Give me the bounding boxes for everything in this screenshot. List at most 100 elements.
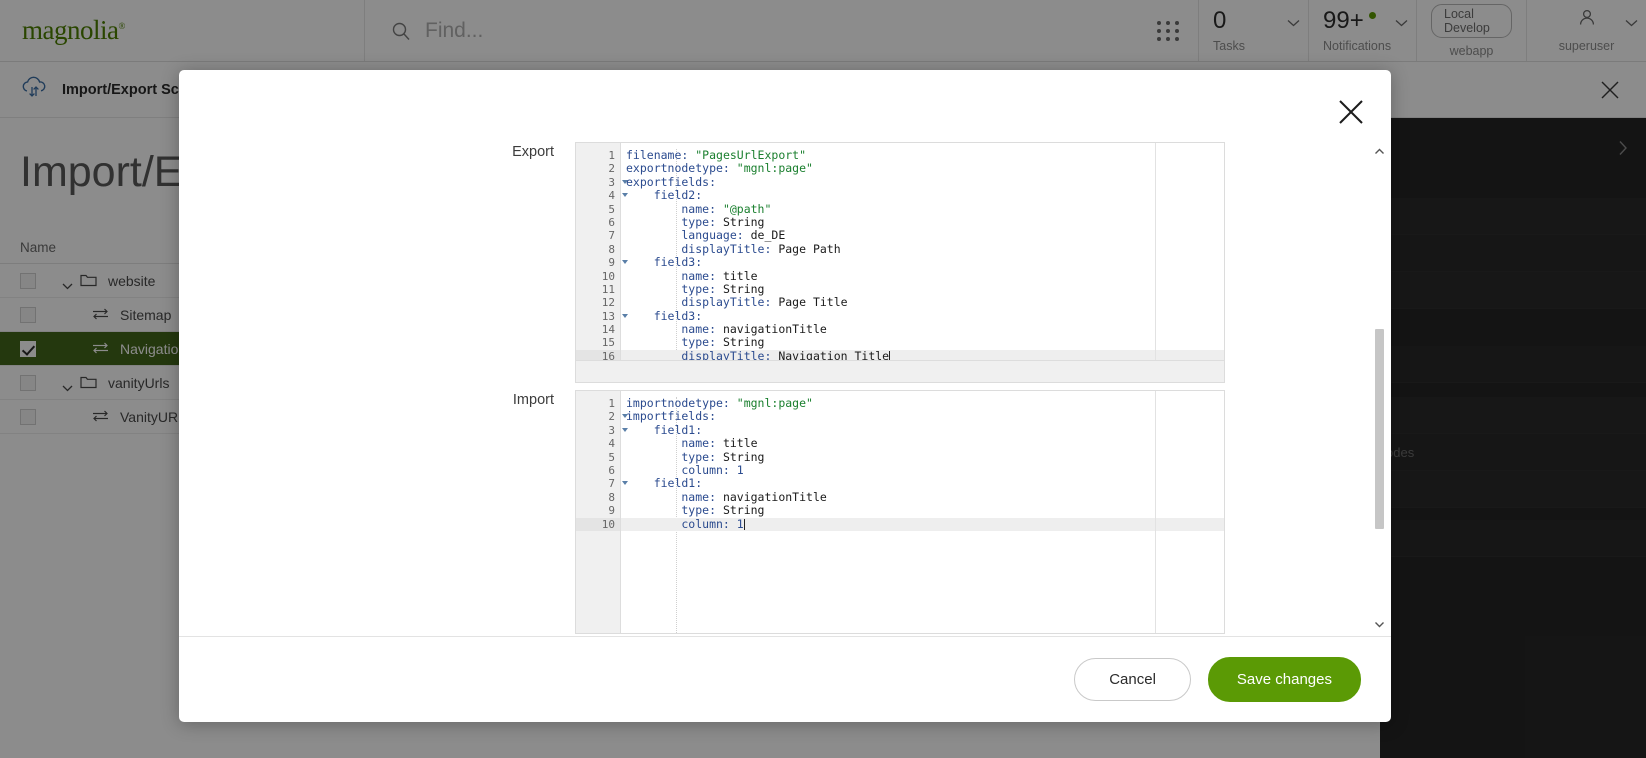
code-token: displayTitle:: [626, 242, 778, 256]
code-line[interactable]: column: 1: [621, 518, 1224, 531]
import-code-area[interactable]: importnodetype: "mgnl:page"importfields:…: [621, 391, 1224, 633]
line-number: 12: [576, 296, 620, 309]
code-token: String: [723, 503, 765, 517]
code-line[interactable]: field3:: [621, 256, 1224, 269]
code-line[interactable]: field1:: [621, 424, 1224, 437]
line-number: 7: [576, 477, 620, 490]
export-code-editor[interactable]: 12345678910111213141516 filename: "Pages…: [575, 142, 1225, 383]
code-line[interactable]: name: "@path": [621, 203, 1224, 216]
line-number: 1: [576, 397, 620, 410]
code-token: displayTitle:: [626, 295, 778, 309]
line-number: 5: [576, 203, 620, 216]
code-line[interactable]: name: navigationTitle: [621, 323, 1224, 336]
chevron-up-icon[interactable]: [1374, 144, 1385, 155]
code-token: String: [723, 335, 765, 349]
code-token: type:: [626, 335, 723, 349]
code-line[interactable]: displayTitle: Page Path: [621, 243, 1224, 256]
dialog-body: Export 12345678910111213141516 filename:…: [179, 70, 1391, 636]
line-number: 10: [576, 270, 620, 283]
code-token: name:: [626, 269, 723, 283]
code-token: navigationTitle: [723, 490, 827, 504]
code-token: String: [723, 282, 765, 296]
code-line[interactable]: name: navigationTitle: [621, 491, 1224, 504]
code-token: field3:: [626, 309, 702, 323]
dialog-scrollbar[interactable]: [1374, 144, 1385, 628]
line-number: 15: [576, 336, 620, 349]
code-token: Page Path: [778, 242, 840, 256]
code-line[interactable]: importfields:: [621, 410, 1224, 423]
cancel-button[interactable]: Cancel: [1074, 658, 1191, 701]
import-code-editor[interactable]: 12345678910 importnodetype: "mgnl:page"i…: [575, 390, 1225, 634]
code-token: name:: [626, 490, 723, 504]
code-line[interactable]: name: title: [621, 437, 1224, 450]
code-token: field3:: [626, 255, 702, 269]
code-line[interactable]: type: String: [621, 216, 1224, 229]
code-token: importnodetype:: [626, 396, 737, 410]
code-token: type:: [626, 503, 723, 517]
line-number: 6: [576, 216, 620, 229]
line-number: 6: [576, 464, 620, 477]
code-token: title: [723, 436, 758, 450]
code-token: exportnodetype:: [626, 161, 737, 175]
line-number: 11: [576, 283, 620, 296]
code-line[interactable]: displayTitle: Page Title: [621, 296, 1224, 309]
export-code-area[interactable]: filename: "PagesUrlExport"exportnodetype…: [621, 143, 1224, 382]
code-token: "mgnl:page": [737, 396, 813, 410]
save-changes-button[interactable]: Save changes: [1208, 657, 1361, 702]
code-token: type:: [626, 450, 723, 464]
editor-right-rule: [1155, 391, 1156, 633]
chevron-down-icon[interactable]: [1374, 617, 1385, 628]
screen: magnolia® 0 Tasks 99+ Notifications: [0, 0, 1646, 758]
code-line[interactable]: field1:: [621, 477, 1224, 490]
export-field-label: Export: [215, 142, 575, 160]
code-line[interactable]: importnodetype: "mgnl:page": [621, 397, 1224, 410]
code-line[interactable]: type: String: [621, 283, 1224, 296]
code-token: importfields:: [626, 409, 716, 423]
code-line[interactable]: exportfields:: [621, 176, 1224, 189]
line-number: 2: [576, 162, 620, 175]
code-token: name:: [626, 322, 723, 336]
code-line[interactable]: field2:: [621, 189, 1224, 202]
code-line[interactable]: name: title: [621, 270, 1224, 283]
code-line[interactable]: field3:: [621, 310, 1224, 323]
code-token: field1:: [626, 476, 702, 490]
line-number: 1: [576, 149, 620, 162]
code-token: language:: [626, 228, 751, 242]
code-token: 1: [737, 517, 744, 531]
code-token: Page Title: [778, 295, 847, 309]
code-line[interactable]: column: 1: [621, 464, 1224, 477]
line-number: 9: [576, 504, 620, 517]
import-field-row: Import 12345678910 importnodetype: "mgnl…: [179, 390, 1391, 634]
line-number: 2: [576, 410, 620, 423]
code-token: exportfields:: [626, 175, 716, 189]
code-token: type:: [626, 215, 723, 229]
scrollbar-thumb[interactable]: [1375, 329, 1384, 529]
code-token: "@path": [723, 202, 771, 216]
edit-script-dialog: Export 12345678910111213141516 filename:…: [179, 70, 1391, 722]
code-line[interactable]: exportnodetype: "mgnl:page": [621, 162, 1224, 175]
code-token: name:: [626, 202, 723, 216]
code-token: String: [723, 215, 765, 229]
line-number: 9: [576, 256, 620, 269]
code-token: field1:: [626, 423, 702, 437]
editor-bottom-strip: [576, 360, 1224, 382]
code-token: "PagesUrlExport": [695, 148, 806, 162]
code-token: de_DE: [751, 228, 786, 242]
text-cursor: [744, 519, 745, 530]
line-number: 4: [576, 437, 620, 450]
editor-right-rule: [1155, 143, 1156, 382]
code-token: field2:: [626, 188, 702, 202]
code-token: column:: [626, 463, 737, 477]
code-line[interactable]: language: de_DE: [621, 229, 1224, 242]
code-line[interactable]: type: String: [621, 336, 1224, 349]
code-line[interactable]: filename: "PagesUrlExport": [621, 149, 1224, 162]
line-number: 8: [576, 491, 620, 504]
line-number: 14: [576, 323, 620, 336]
line-number: 5: [576, 451, 620, 464]
import-field-label: Import: [215, 390, 575, 408]
code-line[interactable]: type: String: [621, 504, 1224, 517]
code-line[interactable]: type: String: [621, 451, 1224, 464]
line-number: 3: [576, 424, 620, 437]
code-token: "mgnl:page": [737, 161, 813, 175]
code-token: 1: [737, 463, 744, 477]
